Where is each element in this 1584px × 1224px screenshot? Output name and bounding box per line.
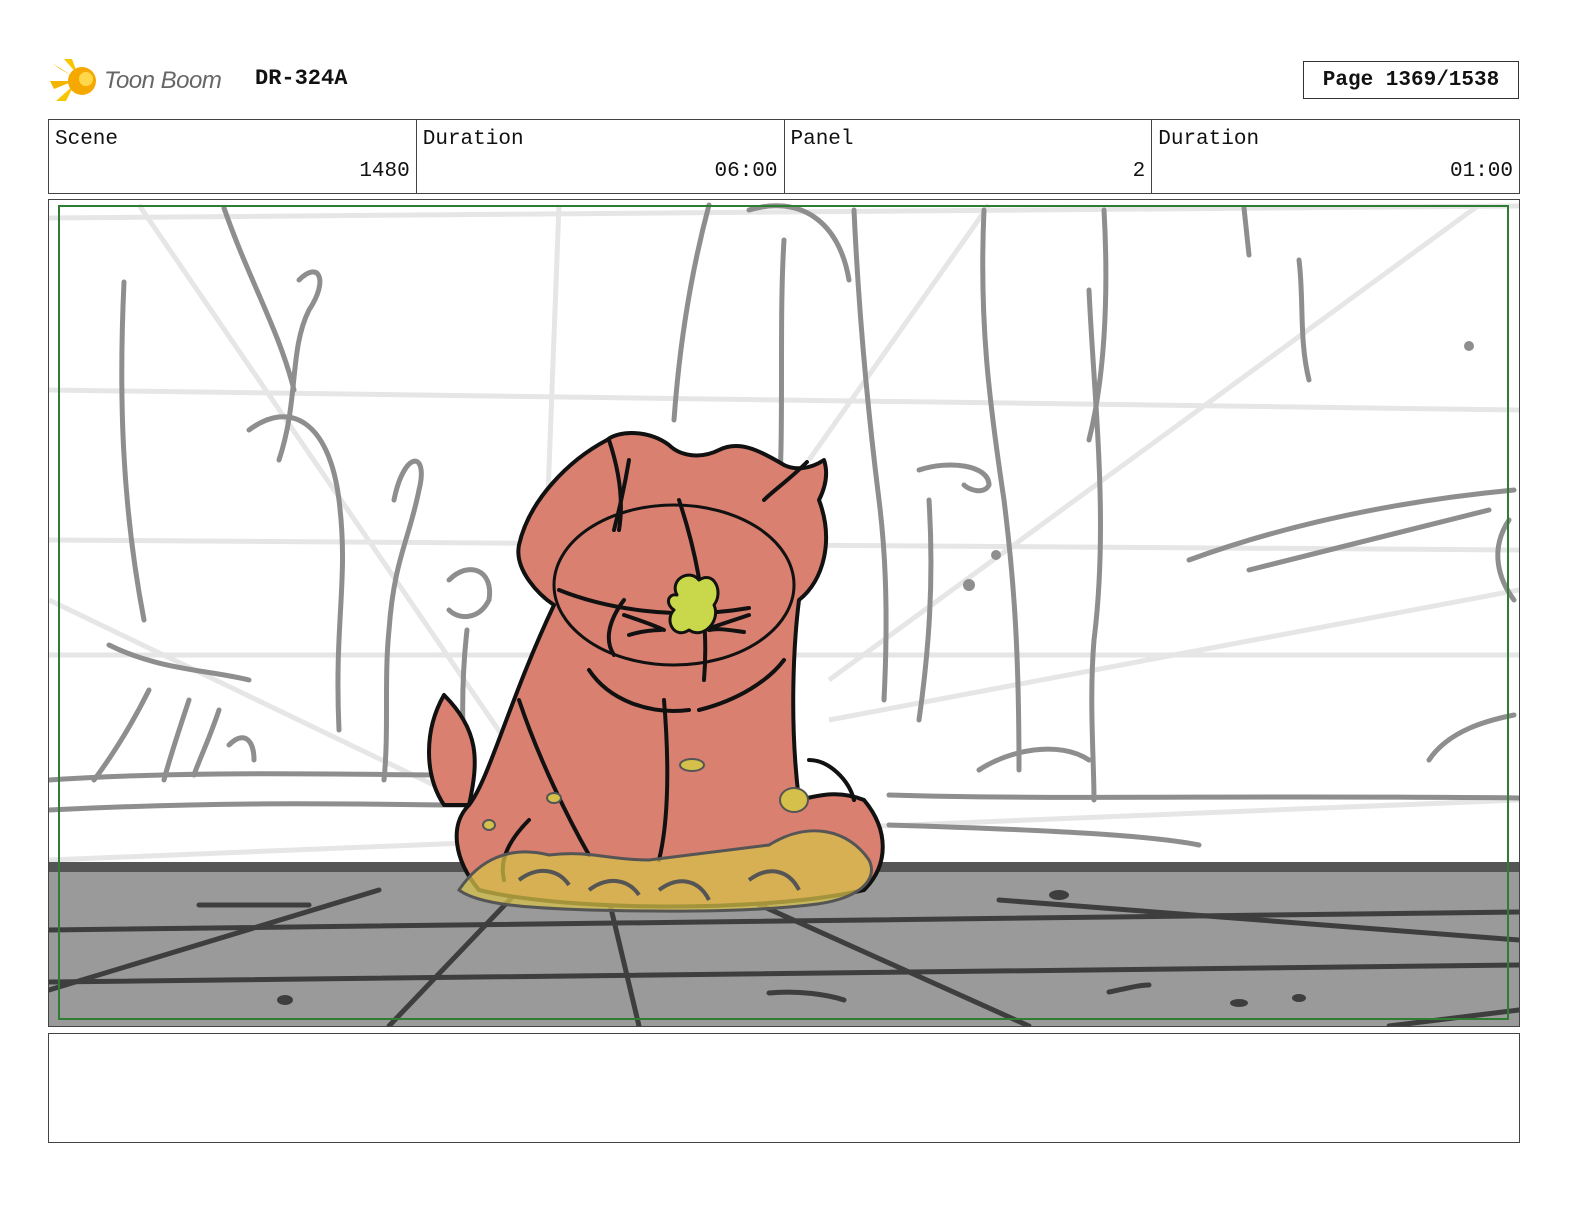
project-code: DR-324A (255, 66, 348, 91)
scene-info-table: Scene 1480 Duration 06:00 Panel 2 Durati… (48, 119, 1520, 194)
panel-cell: Panel 2 (785, 120, 1153, 193)
panel-duration-cell: Duration 01:00 (1152, 120, 1519, 193)
scene-duration-cell: Duration 06:00 (417, 120, 785, 193)
panel-duration-value: 01:00 (1449, 160, 1513, 183)
logo-text: Toon Boom (104, 67, 222, 94)
panel-duration-label: Duration (1158, 128, 1260, 151)
scene-cell: Scene 1480 (49, 120, 417, 193)
scene-label: Scene (55, 128, 119, 151)
panel-label: Panel (790, 128, 854, 151)
panel-artwork (49, 200, 1519, 1026)
panel-value: 2 (1132, 160, 1146, 183)
panel-notes-box (48, 1033, 1520, 1143)
page-indicator: Page 1369/1538 (1303, 61, 1519, 99)
scene-duration-label: Duration (422, 128, 524, 151)
scene-duration-value: 06:00 (714, 160, 778, 183)
toon-boom-logo: Toon Boom (50, 55, 222, 107)
toon-boom-star-icon (50, 59, 96, 101)
storyboard-panel (48, 199, 1520, 1027)
scene-value: 1480 (359, 160, 410, 183)
